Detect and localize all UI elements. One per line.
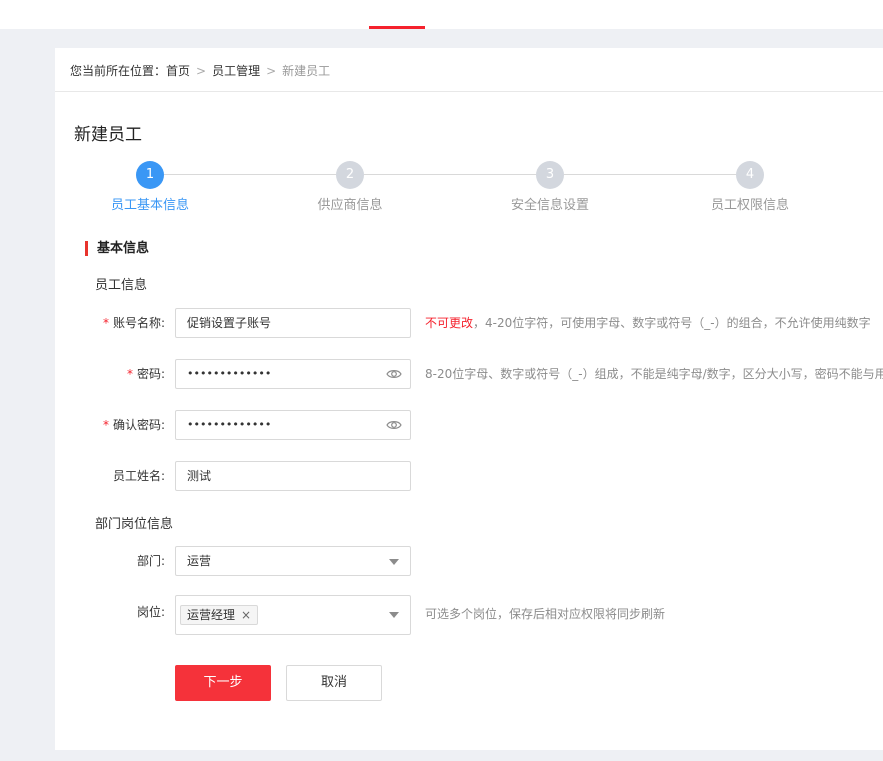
account-hint: 不可更改，4-20位字符，可使用字母、数字或符号（_-）的组合，不允许使用纯数字 bbox=[425, 308, 871, 338]
breadcrumb-separator: > bbox=[266, 64, 277, 78]
account-hint-text: ，4-20位字符，可使用字母、数字或符号（_-）的组合，不允许使用纯数字 bbox=[473, 316, 871, 330]
step-indicator: 1 员工基本信息 2 供应商信息 3 安全信息设置 4 员工权限信息 bbox=[55, 158, 883, 218]
position-tag-label: 运营经理 bbox=[187, 608, 236, 622]
cancel-button[interactable]: 取消 bbox=[286, 665, 382, 701]
step-label: 员工权限信息 bbox=[710, 198, 789, 213]
active-nav-indicator bbox=[369, 26, 425, 29]
department-label: 部门: bbox=[136, 554, 165, 568]
account-hint-warning: 不可更改 bbox=[425, 316, 474, 330]
required-mark: * bbox=[126, 367, 133, 381]
step-number: 4 bbox=[736, 161, 764, 189]
employee-name-input[interactable]: 测试 bbox=[175, 461, 411, 491]
breadcrumb-current: 新建员工 bbox=[282, 64, 331, 78]
section-title: 基本信息 bbox=[85, 241, 149, 256]
caret-down-icon bbox=[389, 612, 399, 618]
step-number: 3 bbox=[536, 161, 564, 189]
required-mark: * bbox=[102, 316, 109, 330]
confirm-password-value: ••••••••••••• bbox=[187, 418, 272, 431]
tag-close-icon[interactable]: × bbox=[241, 608, 251, 622]
confirm-password-input[interactable]: ••••••••••••• bbox=[175, 410, 411, 440]
department-value: 运营 bbox=[187, 554, 212, 568]
required-mark: * bbox=[102, 418, 109, 432]
account-label: * 账号名称: bbox=[103, 308, 165, 338]
step-3: 3 安全信息设置 bbox=[490, 161, 610, 213]
step-1: 1 员工基本信息 bbox=[90, 161, 210, 213]
password-label: * 密码: bbox=[127, 359, 165, 389]
form-card: 您当前所在位置：首页 > 员工管理 > 新建员工 新建员工 1 员工基本信息 2 供应商… bbox=[55, 48, 883, 750]
position-hint: 可选多个岗位，保存后相对应权限将同步刷新 bbox=[425, 607, 666, 621]
step-number: 1 bbox=[136, 161, 164, 189]
step-number: 2 bbox=[336, 161, 364, 189]
caret-down-icon bbox=[389, 559, 399, 565]
position-row: 岗位: 运营经理 × 可选多个岗位，保存后相对应权限将同步刷新 bbox=[55, 595, 883, 635]
step-label: 安全信息设置 bbox=[510, 198, 589, 213]
confirm-password-label: * 确认密码: bbox=[103, 410, 165, 440]
page-title: 新建员工 bbox=[74, 125, 142, 145]
account-row: * 账号名称: 促销设置子账号 不可更改，4-20位字符，可使用字母、数字或符号（… bbox=[55, 308, 883, 338]
header-divider bbox=[55, 91, 883, 92]
step-2: 2 供应商信息 bbox=[290, 161, 410, 213]
position-label: 岗位: bbox=[136, 605, 165, 619]
position-select[interactable]: 运营经理 × bbox=[175, 595, 411, 635]
account-label-text: 账号名称: bbox=[112, 316, 165, 330]
step-label: 供应商信息 bbox=[317, 198, 383, 213]
dept-info-title: 部门岗位信息 bbox=[95, 517, 174, 532]
password-hint: 8-20位字母、数字或符号（_-）组成，不能是纯字母/数字，区分大小写，密码不能… bbox=[425, 367, 883, 381]
confirm-password-label-text: 确认密码: bbox=[112, 418, 165, 432]
password-label-text: 密码: bbox=[136, 367, 165, 381]
confirm-password-row: * 确认密码: ••••••••••••• bbox=[55, 410, 883, 440]
breadcrumb-employee-management[interactable]: 员工管理 bbox=[212, 64, 260, 78]
password-value: ••••••••••••• bbox=[187, 367, 272, 380]
top-nav-bar bbox=[0, 0, 883, 29]
position-tag: 运营经理 × bbox=[180, 605, 259, 625]
employee-info-title: 员工信息 bbox=[95, 278, 148, 293]
step-4: 4 员工权限信息 bbox=[690, 161, 810, 213]
department-select[interactable]: 运营 bbox=[175, 546, 411, 576]
employee-name-row: 员工姓名: 测试 bbox=[55, 461, 883, 491]
employee-name-label: 员工姓名: bbox=[112, 469, 165, 483]
eye-icon[interactable] bbox=[386, 418, 402, 432]
breadcrumb-prefix: 您当前所在位置： bbox=[70, 64, 167, 78]
breadcrumb-home[interactable]: 首页 bbox=[166, 64, 190, 78]
password-input[interactable]: ••••••••••••• bbox=[175, 359, 411, 389]
next-step-button[interactable]: 下一步 bbox=[175, 665, 271, 701]
step-label: 员工基本信息 bbox=[110, 198, 189, 213]
password-row: * 密码: ••••••••••••• 8-20位字母、数字或符号（_-）组成，不… bbox=[55, 359, 883, 389]
account-name-input[interactable]: 促销设置子账号 bbox=[175, 308, 411, 338]
eye-icon[interactable] bbox=[386, 367, 402, 381]
breadcrumb: 您当前所在位置：首页 > 员工管理 > 新建员工 bbox=[70, 62, 330, 80]
department-row: 部门: 运营 bbox=[55, 546, 883, 576]
breadcrumb-separator: > bbox=[196, 64, 207, 78]
